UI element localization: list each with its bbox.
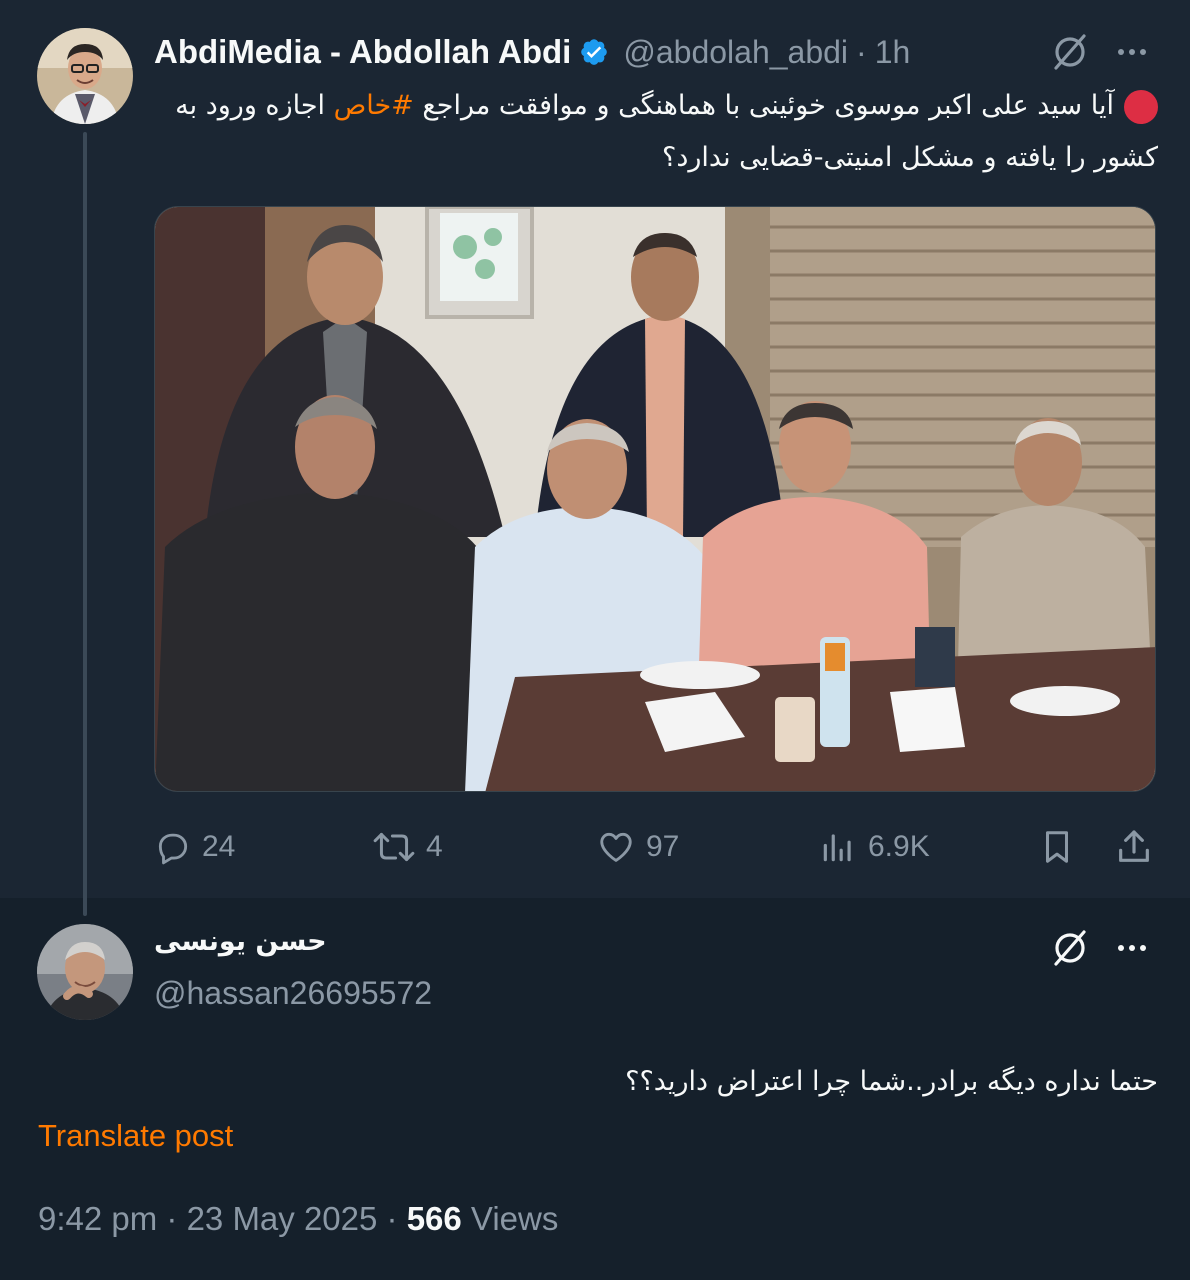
translate-post-link[interactable]: Translate post <box>38 1118 233 1154</box>
repost-icon <box>373 832 415 862</box>
reply-meta: 9:42 pm · 23 May 2025 · 566 Views <box>38 1200 558 1238</box>
repost-count: 4 <box>426 830 443 863</box>
post-text: آیا سید علی اکبر موسوی خوئینی با هماهنگی… <box>154 80 1158 184</box>
grok-icon[interactable] <box>1050 32 1090 77</box>
reply-author-avatar[interactable] <box>37 924 133 1020</box>
views-icon <box>823 834 851 862</box>
hashtag-link[interactable]: #خاص <box>334 90 414 121</box>
reply-author-handle[interactable]: @hassan26695572 <box>154 975 432 1012</box>
reply-text: حتما نداره دیگه برادر..شما چرا اعتراض دا… <box>625 1066 1158 1097</box>
like-icon <box>600 832 632 862</box>
post-header: AbdiMedia - Abdollah Abdi @abdolah_abdi … <box>154 28 910 76</box>
post-image[interactable] <box>154 206 1156 792</box>
views-button[interactable]: 6.9K <box>818 822 930 872</box>
share-button[interactable] <box>1114 822 1164 872</box>
views-count: 6.9K <box>868 830 930 863</box>
thread-line <box>83 132 87 916</box>
reply-views-count: 566 <box>406 1200 462 1237</box>
more-icon[interactable] <box>1118 49 1146 55</box>
author-avatar[interactable] <box>37 28 133 124</box>
like-button[interactable]: 97 <box>596 822 679 872</box>
post-actions: 24 4 97 6.9K <box>154 822 1156 872</box>
reply-grok-icon[interactable] <box>1050 928 1090 973</box>
bookmark-icon <box>1045 831 1069 863</box>
reply-author-name[interactable]: حسن یونسی <box>154 926 327 957</box>
post-text-part1: آیا سید علی اکبر موسوی خوئینی با هماهنگی… <box>413 90 1114 121</box>
like-count: 97 <box>646 830 680 863</box>
reply-more-icon[interactable] <box>1118 945 1146 951</box>
reply-count: 24 <box>202 830 236 863</box>
reply-timestamp[interactable]: 9:42 pm · 23 May 2025 · <box>38 1200 407 1237</box>
reply-views-label: Views <box>461 1200 559 1237</box>
repost-button[interactable]: 4 <box>372 822 443 872</box>
red-circle-icon <box>1124 89 1158 124</box>
author-handle[interactable]: @abdolah_abdi <box>623 34 848 71</box>
post-time[interactable]: 1h <box>875 34 911 71</box>
author-name[interactable]: AbdiMedia - Abdollah Abdi <box>154 33 571 71</box>
separator-dot: · <box>856 33 867 70</box>
bookmark-button[interactable] <box>1038 822 1086 872</box>
reply-button[interactable]: 24 <box>154 822 235 872</box>
verified-badge-icon <box>579 37 609 67</box>
share-icon <box>1119 830 1149 862</box>
reply-icon <box>158 833 188 865</box>
